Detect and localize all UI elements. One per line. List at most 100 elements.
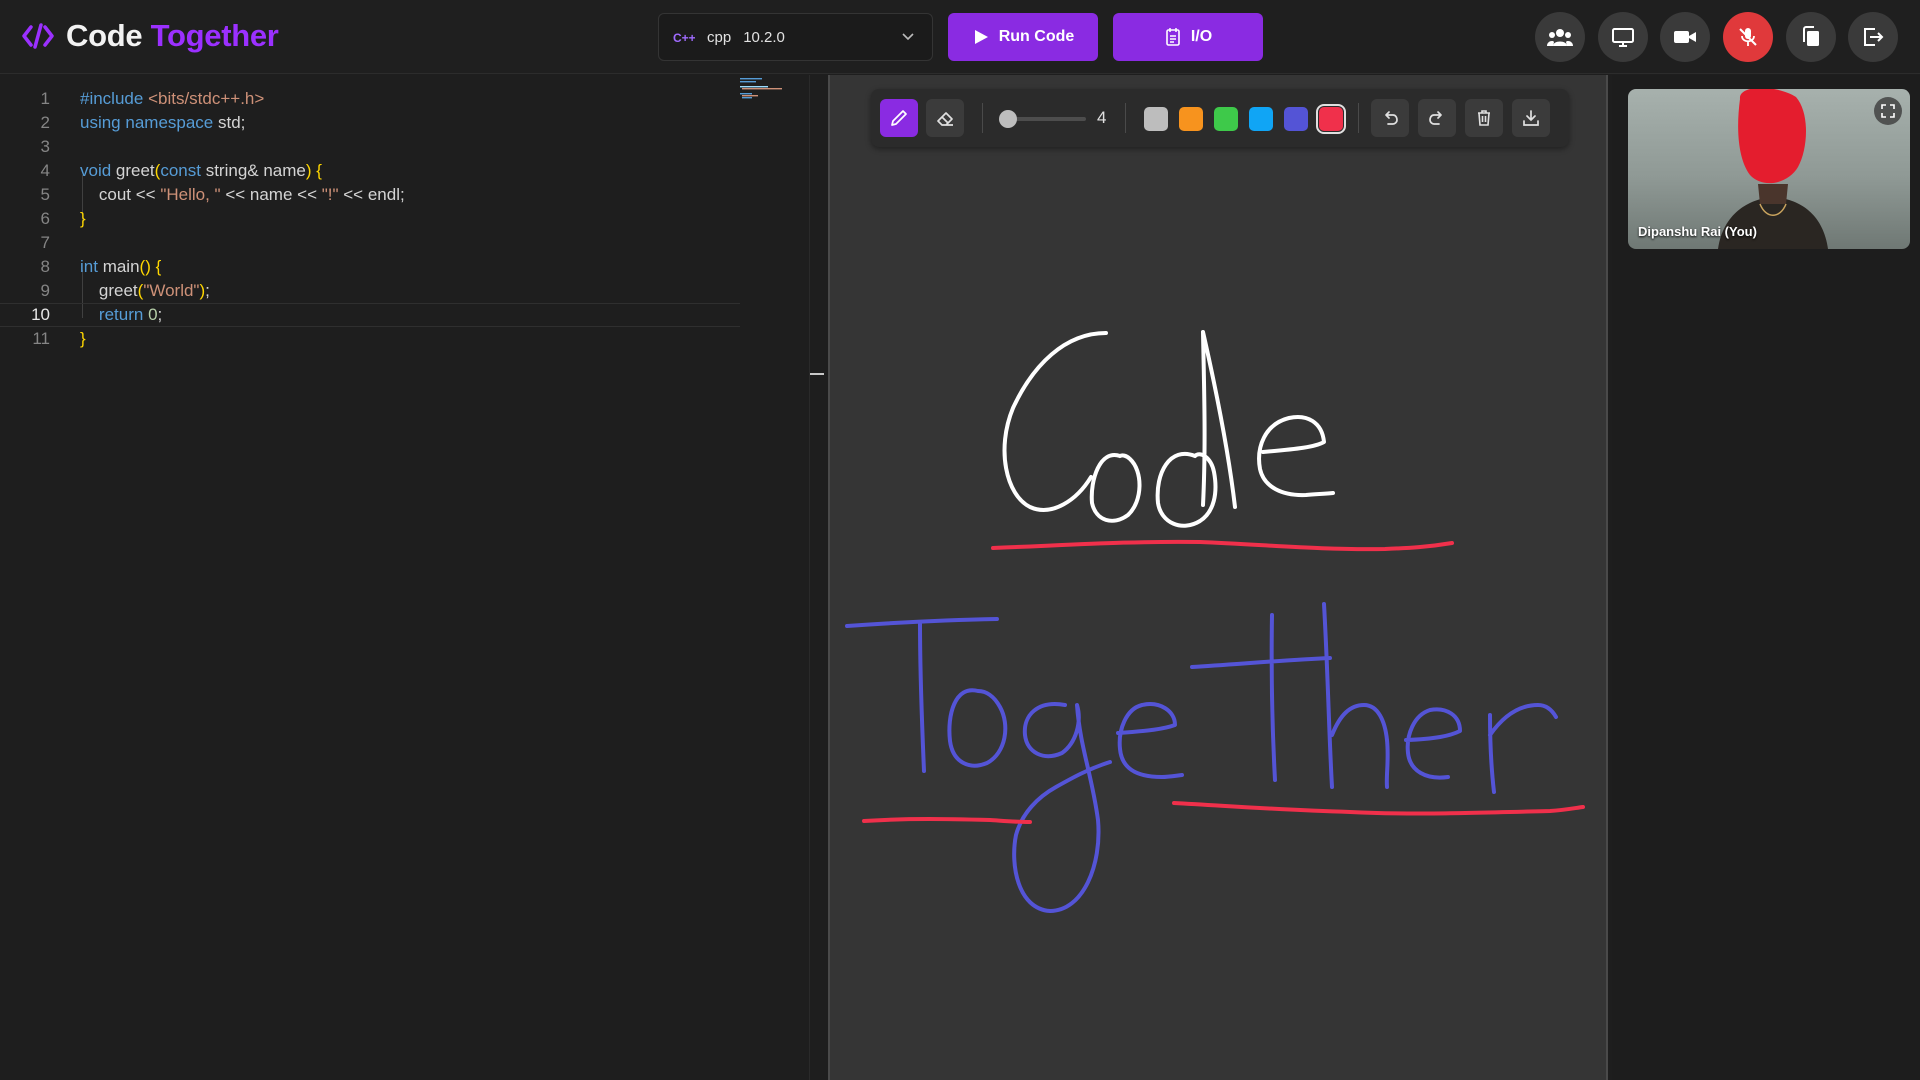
scroll-indicator[interactable]: [810, 373, 824, 375]
clear-board-button[interactable]: [1465, 99, 1503, 137]
camera-icon: [1674, 31, 1696, 43]
participants-button[interactable]: [1535, 12, 1585, 62]
stroke-letter-t2: [1190, 613, 1332, 782]
language-name: cpp: [707, 28, 732, 46]
download-button[interactable]: [1512, 99, 1550, 137]
code-line[interactable]: 10 return 0;: [0, 303, 740, 327]
code-line[interactable]: 6}: [0, 207, 740, 231]
stroke-letter-e: [1257, 415, 1335, 498]
mic-toggle-button[interactable]: [1723, 12, 1773, 62]
line-text: greet("World");: [80, 281, 210, 300]
line-number: 10: [31, 305, 50, 324]
line-text: }: [80, 329, 86, 348]
stroke-underline: [991, 539, 1454, 552]
code-editor[interactable]: 1 #include <bits/stdc++.h> 2 using namespac…: [0, 75, 824, 1080]
line-number: 6: [40, 209, 50, 228]
svg-text:C++: C++: [673, 31, 695, 44]
line-text: void greet(const string& name) {: [80, 161, 322, 180]
video-panel: Dipanshu Rai (You): [1612, 75, 1920, 1080]
stroke-letter-t-stem: [918, 622, 926, 773]
brush-size-slider-handle[interactable]: [999, 110, 1017, 128]
stroke-letter-e2: [1116, 702, 1184, 779]
stroke-letter-h: [1322, 602, 1390, 789]
whiteboard-toolbar: 4: [871, 89, 1569, 147]
chevron-down-icon: [902, 33, 914, 41]
undo-icon: [1385, 111, 1398, 125]
code-line[interactable]: 11}: [0, 327, 740, 351]
camera-button[interactable]: [1660, 12, 1710, 62]
screen-share-button[interactable]: [1598, 12, 1648, 62]
stroke-letter-o: [1089, 453, 1142, 523]
language-version: 10.2.0: [743, 28, 785, 46]
line-text: }: [80, 209, 86, 228]
toolbar-divider: [982, 103, 983, 133]
pen-icon: [891, 110, 907, 126]
code-line[interactable]: 2 using namespace std;: [0, 111, 740, 135]
redo-icon: [1429, 111, 1442, 125]
leave-icon: [1864, 28, 1884, 46]
eraser-icon: [937, 112, 953, 126]
redo-button[interactable]: [1418, 99, 1456, 137]
run-code-button[interactable]: Run Code: [948, 13, 1098, 61]
app-logo: Code Together: [22, 18, 279, 54]
brand-together: Together: [150, 18, 279, 53]
stroke-letter-r: [1488, 703, 1558, 794]
copy-icon: [1803, 26, 1819, 46]
line-number: 9: [40, 281, 50, 300]
color-swatch-gray[interactable]: [1144, 107, 1168, 131]
stroke-letter-g: [1012, 702, 1112, 913]
line-number: 11: [32, 329, 50, 348]
code-line[interactable]: 1 #include <bits/stdc++.h>: [0, 87, 740, 111]
line-number: 5: [40, 185, 50, 204]
copy-room-button[interactable]: [1786, 12, 1836, 62]
code-line[interactable]: 9 greet("World");: [0, 279, 740, 303]
brush-size-value: 4: [1097, 108, 1107, 127]
toolbar-divider: [1358, 103, 1359, 133]
top-bar: Code Together C++ cpp 10.2.0 Run Code I/…: [0, 0, 1920, 74]
notepad-icon: [1166, 28, 1180, 46]
fullscreen-icon: [1881, 104, 1895, 118]
color-swatch-blue[interactable]: [1249, 107, 1273, 131]
stroke-letter-e3: [1404, 707, 1462, 780]
line-number: 3: [40, 137, 50, 156]
io-label: I/O: [1190, 28, 1213, 45]
undo-button[interactable]: [1371, 99, 1409, 137]
code-line[interactable]: 4 void greet(const string& name) {: [0, 159, 740, 183]
io-button[interactable]: I/O: [1113, 13, 1263, 61]
participants-icon: [1547, 29, 1573, 46]
color-swatch-orange[interactable]: [1179, 107, 1203, 131]
color-swatch-red[interactable]: [1316, 104, 1346, 134]
color-swatch-green[interactable]: [1214, 107, 1238, 131]
pen-tool-button[interactable]: [880, 99, 918, 137]
toolbar-divider: [1125, 103, 1126, 133]
whiteboard[interactable]: 4: [828, 75, 1608, 1080]
line-text: return 0;: [98, 305, 163, 324]
trash-icon: [1478, 110, 1490, 126]
code-line[interactable]: 3: [0, 135, 740, 159]
code-line[interactable]: 5 cout << "Hello, " << name << "!" << en…: [0, 183, 740, 207]
line-number: 8: [40, 257, 50, 276]
stroke-letter-o2: [947, 688, 1008, 768]
line-text: cout << "Hello, " << name << "!" << endl…: [80, 185, 405, 204]
color-swatch-indigo[interactable]: [1284, 107, 1308, 131]
code-brackets-icon: [22, 23, 54, 49]
leave-button[interactable]: [1848, 12, 1898, 62]
language-select[interactable]: C++ cpp 10.2.0: [658, 13, 933, 61]
stroke-underline: [1172, 801, 1585, 816]
run-code-label: Run Code: [998, 28, 1075, 45]
stroke-letter-d: [1155, 330, 1237, 528]
code-line[interactable]: 7: [0, 231, 740, 255]
participant-name: Dipanshu Rai (You): [1638, 224, 1757, 239]
line-text: using namespace std;: [80, 113, 246, 132]
video-tile[interactable]: Dipanshu Rai (You): [1628, 89, 1910, 249]
line-number: 4: [40, 161, 50, 180]
download-icon: [1523, 110, 1539, 126]
line-number: 7: [40, 233, 50, 252]
mic-off-icon: [1739, 28, 1757, 46]
play-icon: [974, 30, 988, 44]
code-minimap[interactable]: [740, 77, 800, 101]
code-line[interactable]: 8 int main() {: [0, 255, 740, 279]
brand-code: Code: [66, 18, 143, 53]
eraser-tool-button[interactable]: [926, 99, 964, 137]
expand-video-button[interactable]: [1874, 97, 1902, 125]
